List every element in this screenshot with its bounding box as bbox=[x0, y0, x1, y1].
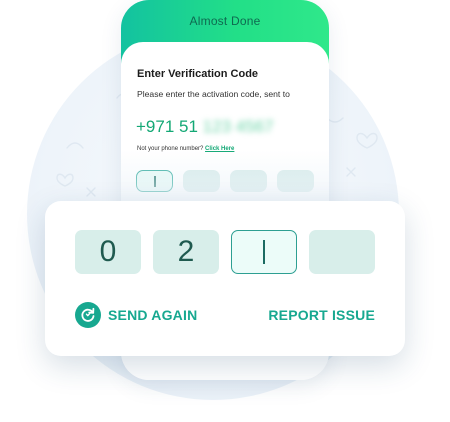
phone-title: Almost Done bbox=[189, 14, 261, 28]
report-issue-button[interactable]: REPORT ISSUE bbox=[268, 307, 375, 323]
code-digit-value: 0 bbox=[99, 235, 117, 268]
verification-illustration: Almost Done Enter Verification Code Plea… bbox=[0, 0, 450, 422]
send-again-button[interactable]: SEND AGAIN bbox=[75, 302, 197, 328]
code-input-row: 0 2 bbox=[75, 230, 375, 274]
code-digit-3[interactable] bbox=[231, 230, 297, 274]
phone-prefix: +971 51 bbox=[136, 117, 198, 136]
code-digit-4[interactable] bbox=[309, 230, 375, 274]
code-digit-2[interactable]: 2 bbox=[153, 230, 219, 274]
code-entry-card: 0 2 SEND AGAIN REPORT ISSUE bbox=[45, 201, 405, 356]
text-caret bbox=[263, 240, 265, 264]
code-digit-value: 2 bbox=[177, 235, 195, 268]
verification-subtext: Please enter the activation code, sent t… bbox=[137, 89, 290, 99]
phone-number: +971 51 123 4567 bbox=[136, 117, 274, 137]
refresh-icon bbox=[75, 302, 101, 328]
card-actions: SEND AGAIN REPORT ISSUE bbox=[75, 302, 375, 328]
code-digit-1[interactable]: 0 bbox=[75, 230, 141, 274]
phone-masked: 123 4567 bbox=[202, 117, 274, 136]
send-again-label: SEND AGAIN bbox=[108, 307, 198, 323]
verification-heading: Enter Verification Code bbox=[137, 68, 259, 80]
